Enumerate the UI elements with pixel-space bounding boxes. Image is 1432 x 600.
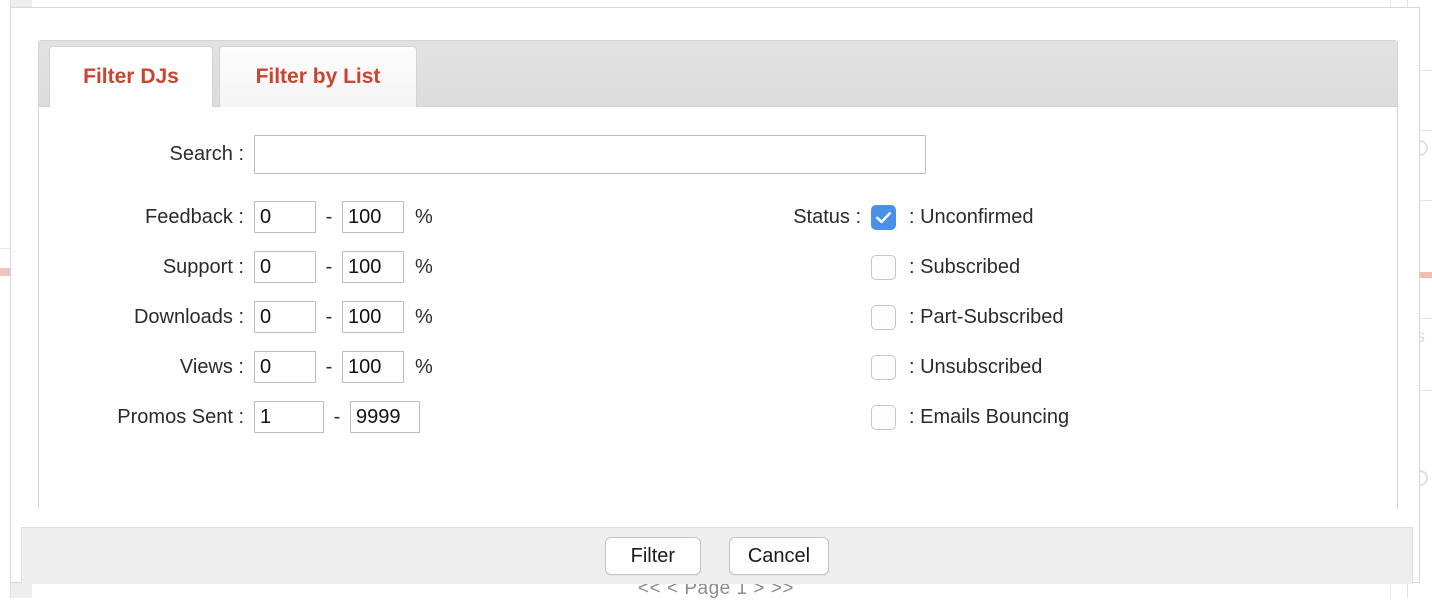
tab-filter-by-list-label: Filter by List [255, 65, 381, 88]
range-label-promos-sent: Promos Sent : [117, 405, 244, 428]
feedback-max-input[interactable] [342, 201, 404, 233]
search-row: Search : [39, 135, 926, 174]
views-max-input[interactable] [342, 351, 404, 383]
range-dash: - [333, 405, 341, 428]
status-label-unsubscribed: : Unsubscribed [909, 355, 1043, 378]
tab-filter-by-list[interactable]: Filter by List [219, 46, 417, 107]
status-label-emails-bouncing: : Emails Bouncing [909, 405, 1070, 428]
support-unit: % [415, 255, 433, 278]
filter-panel: Filter DJs Filter by List Search : Feedb… [38, 40, 1398, 511]
range-label-feedback: Feedback : [145, 205, 244, 228]
downloads-min-input[interactable] [254, 301, 316, 333]
cancel-button[interactable]: Cancel [728, 537, 830, 575]
tab-content-filter-djs: Search : Feedback : - % Support : - [39, 107, 1397, 511]
status-row-subscribed: : Subscribed [751, 242, 1069, 292]
search-input[interactable] [254, 135, 926, 174]
tab-filter-djs-label: Filter DJs [83, 65, 179, 88]
range-label-downloads: Downloads : [133, 305, 244, 328]
range-dash: - [325, 355, 333, 378]
range-row-promos-sent: Promos Sent : - [39, 392, 433, 442]
range-row-downloads: Downloads : - % [39, 292, 433, 342]
views-min-input[interactable] [254, 351, 316, 383]
range-dash: - [325, 205, 333, 228]
status-row-emails-bouncing: : Emails Bouncing [751, 392, 1069, 442]
feedback-min-input[interactable] [254, 201, 316, 233]
range-row-feedback: Feedback : - % [39, 192, 433, 242]
range-row-support: Support : - % [39, 242, 433, 292]
range-dash: - [325, 255, 333, 278]
status-row-unconfirmed: Status : : Unconfirmed [751, 192, 1069, 242]
status-label: Status : [793, 205, 861, 228]
status-filters: Status : : Unconfirmed : Subscribed: Pa… [751, 192, 1069, 442]
checkbox-unconfirmed[interactable] [871, 204, 896, 230]
views-unit: % [415, 355, 433, 378]
tab-bar: Filter DJs Filter by List [39, 41, 1397, 107]
checkbox-part-subscribed[interactable] [871, 304, 896, 330]
tab-filter-djs[interactable]: Filter DJs [49, 46, 213, 107]
range-dash: - [325, 305, 333, 328]
support-min-input[interactable] [254, 251, 316, 283]
dialog-footer: Filter Cancel [21, 527, 1413, 584]
range-filters: Feedback : - % Support : - % Downloads : [39, 192, 433, 442]
filter-dialog: Filter DJs Filter by List Search : Feedb… [10, 7, 1420, 584]
check-icon [876, 211, 892, 223]
checkbox-subscribed[interactable] [871, 254, 896, 280]
status-label-subscribed: : Subscribed [909, 255, 1021, 278]
checkbox-unsubscribed[interactable] [871, 354, 896, 380]
status-label-unconfirmed: : Unconfirmed [909, 205, 1034, 228]
status-row-part-subscribed: : Part-Subscribed [751, 292, 1069, 342]
downloads-unit: % [415, 305, 433, 328]
status-label-part-subscribed: : Part-Subscribed [909, 305, 1064, 328]
promos-sent-max-input[interactable] [350, 401, 420, 433]
downloads-max-input[interactable] [342, 301, 404, 333]
promos-sent-min-input[interactable] [254, 401, 324, 433]
status-row-unsubscribed: : Unsubscribed [751, 342, 1069, 392]
checkbox-emails-bouncing[interactable] [871, 404, 896, 430]
support-max-input[interactable] [342, 251, 404, 283]
feedback-unit: % [415, 205, 433, 228]
range-row-views: Views : - % [39, 342, 433, 392]
range-label-views: Views : [179, 355, 244, 378]
search-label: Search : [169, 143, 244, 165]
filter-button[interactable]: Filter [604, 537, 701, 575]
range-label-support: Support : [162, 255, 244, 278]
